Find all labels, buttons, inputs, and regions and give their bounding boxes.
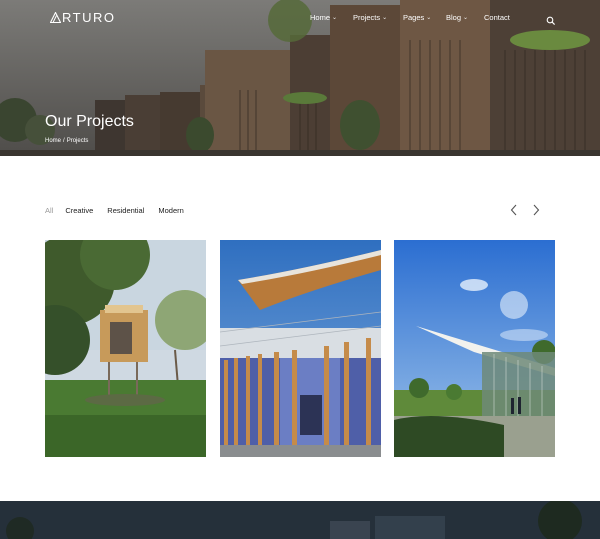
chevron-down-icon: ⌄ xyxy=(463,15,469,21)
page-title: Our Projects xyxy=(45,113,134,130)
prev-button[interactable] xyxy=(508,203,520,217)
slider-controls xyxy=(508,203,542,217)
nav-item-projects[interactable]: Projects ⌄ xyxy=(353,13,387,22)
nav-item-pages[interactable]: Pages ⌄ xyxy=(403,13,431,22)
project-image-treehouse xyxy=(45,240,206,457)
project-card[interactable] xyxy=(220,240,381,457)
hero-banner: RTURO Home ⌄ Projects ⌄ Pages ⌄ Blog ⌄ C… xyxy=(0,0,600,156)
next-button[interactable] xyxy=(530,203,542,217)
nav-item-label: Projects xyxy=(353,13,381,22)
chevron-down-icon: ⌄ xyxy=(332,15,338,21)
section-background-image xyxy=(0,501,600,539)
filter-all[interactable]: All xyxy=(45,206,53,215)
filter-creative[interactable]: Creative xyxy=(65,206,93,215)
nav-item-label: Pages xyxy=(403,13,425,22)
breadcrumb-home-link[interactable]: Home xyxy=(45,138,61,144)
a-triangle-logo-icon xyxy=(50,12,61,23)
nav-item-blog[interactable]: Blog ⌄ xyxy=(446,13,468,22)
chevron-left-icon xyxy=(510,204,517,216)
chevron-down-icon: ⌄ xyxy=(426,15,432,21)
top-navigation-bar: RTURO Home ⌄ Projects ⌄ Pages ⌄ Blog ⌄ C… xyxy=(0,0,600,36)
chevron-down-icon: ⌄ xyxy=(382,15,388,21)
brand-name: RTURO xyxy=(62,10,116,25)
project-card[interactable] xyxy=(394,240,555,457)
project-image-pavilion xyxy=(220,240,381,457)
brand-logo[interactable]: RTURO xyxy=(50,10,115,25)
project-card[interactable] xyxy=(45,240,206,457)
nav-item-contact[interactable]: Contact xyxy=(484,13,510,22)
project-image-glass-pavilion xyxy=(394,240,555,457)
search-button[interactable] xyxy=(546,13,556,26)
breadcrumb: Home / Projects xyxy=(45,138,88,144)
next-section-banner xyxy=(0,501,600,539)
search-icon xyxy=(546,16,556,26)
nav-item-label: Home xyxy=(310,13,331,22)
chevron-right-icon xyxy=(533,204,540,216)
breadcrumb-separator: / xyxy=(63,138,65,144)
filter-residential[interactable]: Residential xyxy=(107,206,144,215)
breadcrumb-current: Projects xyxy=(66,138,89,144)
nav-item-label: Blog xyxy=(446,13,462,22)
filter-modern[interactable]: Modern xyxy=(158,206,183,215)
nav-item-home[interactable]: Home ⌄ xyxy=(310,13,337,22)
project-filters: All Creative Residential Modern xyxy=(45,206,198,215)
nav-item-label: Contact xyxy=(484,13,510,22)
